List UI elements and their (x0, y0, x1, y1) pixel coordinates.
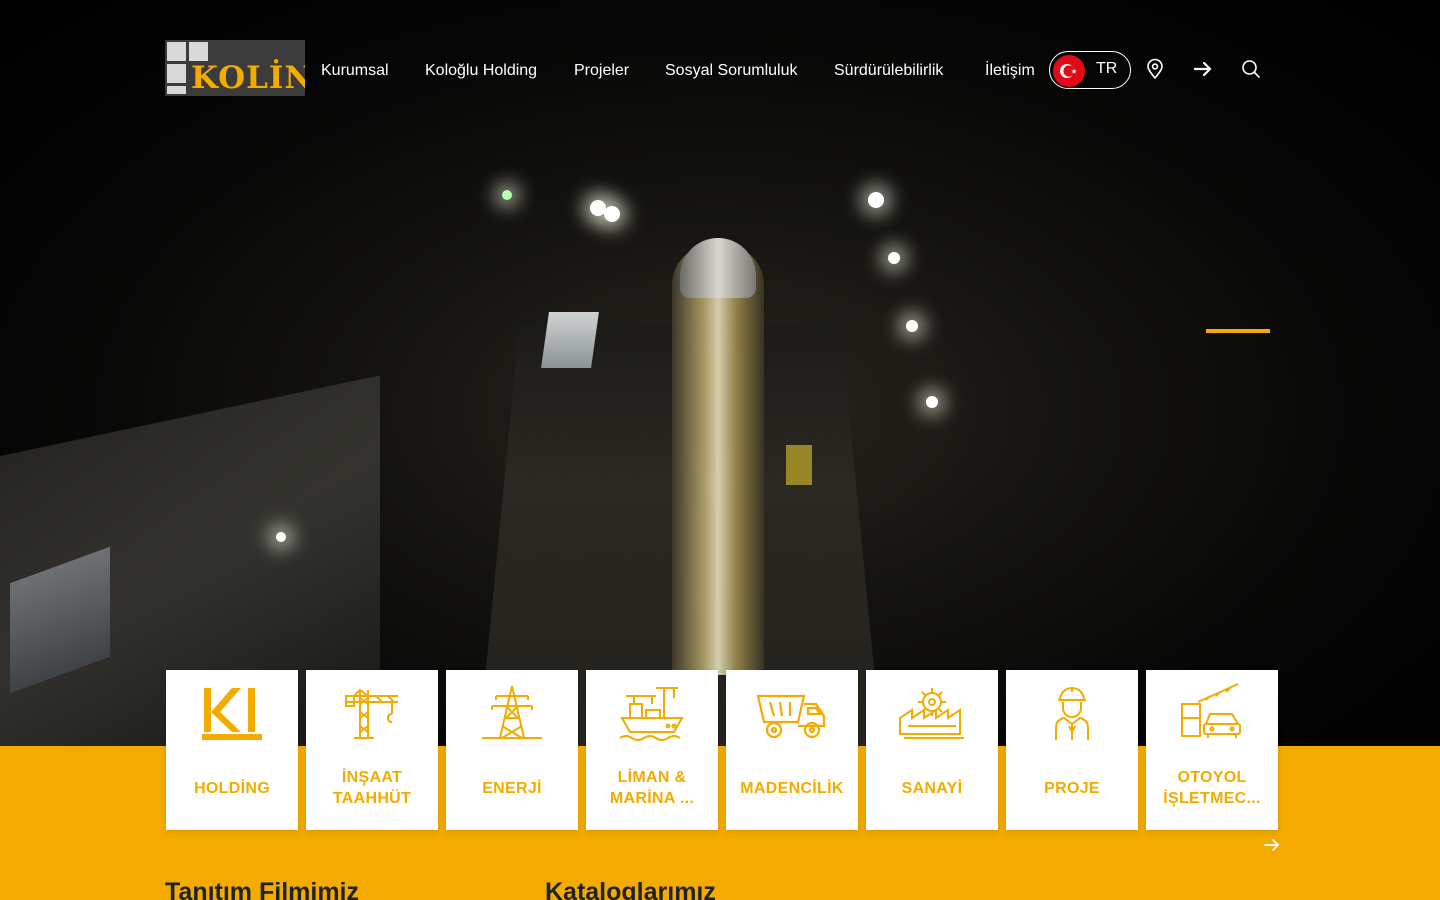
language-selector[interactable]: TR (1049, 51, 1131, 89)
sector-label: PROJE (1044, 779, 1100, 797)
section-title-kataloglarimiz: Kataloglarımız (545, 878, 716, 900)
kolin-k-logo-icon (196, 682, 268, 742)
sector-card-insaat-taahhut[interactable]: İNŞAAT TAAHHÜT (306, 670, 438, 830)
hero-yellow-equipment (786, 445, 812, 485)
kolin-logo[interactable]: KOLİN (165, 40, 305, 96)
power-pylon-icon (476, 682, 548, 742)
nav-item-surdurulebilirlik[interactable]: Sürdürülebilirlik (834, 62, 943, 80)
language-code: TR (1096, 60, 1118, 77)
nav-item-projeler[interactable]: Projeler (574, 62, 629, 80)
sector-label: HOLDİNG (194, 779, 270, 797)
mining-dump-truck-icon (756, 682, 828, 742)
sector-card-proje[interactable]: PROJE (1006, 670, 1138, 830)
sector-label: MADENCİLİK (740, 779, 844, 797)
sector-card-madencilik[interactable]: MADENCİLİK (726, 670, 858, 830)
hero-floodlight (868, 192, 884, 208)
hero-machine-cylinder (680, 238, 756, 298)
nav-item-kologlu-holding[interactable]: Koloğlu Holding (425, 62, 537, 80)
hero-floodlight (502, 190, 512, 200)
ship-port-crane-icon (616, 682, 688, 742)
sector-card-holding[interactable]: HOLDİNG (166, 670, 298, 830)
hero-floodlight (604, 206, 620, 222)
hero-floodlight (906, 320, 918, 332)
hero-floodlight (926, 396, 938, 408)
sector-card-sanayi[interactable]: SANAYİ (866, 670, 998, 830)
search-icon[interactable] (1240, 58, 1262, 80)
toll-gate-car-icon (1176, 682, 1248, 742)
hero-tunnel-boring-machine (672, 245, 764, 675)
site-header: KOLİN Kurumsal Koloğlu Holding Projeler … (0, 0, 1440, 140)
arrow-right-icon[interactable] (1192, 58, 1214, 80)
hero-floodlight (888, 252, 900, 264)
nav-item-sosyal-sorumluluk[interactable]: Sosyal Sorumluluk (665, 62, 798, 80)
hero-floodlight (276, 532, 286, 542)
sector-label: LİMAN & MARİNA ... (609, 769, 695, 807)
engineer-helmet-icon (1036, 682, 1108, 742)
hero-site-tent (541, 312, 599, 368)
logo-wordmark: KOLİN (191, 60, 305, 96)
sector-label: SANAYİ (901, 779, 963, 797)
turkey-flag-icon (1053, 55, 1085, 87)
sector-card-otoyol-isletmeciligi[interactable]: OTOYOL İŞLETMEC... (1146, 670, 1278, 830)
sector-card-liman-marina[interactable]: LİMAN & MARİNA ... (586, 670, 718, 830)
tower-crane-icon (336, 682, 408, 742)
slide-indicator-active[interactable] (1206, 329, 1270, 333)
location-pin-icon[interactable] (1144, 58, 1166, 80)
section-title-tanitim-filmimiz: Tanıtım Filmimiz (165, 878, 359, 900)
nav-item-kurumsal[interactable]: Kurumsal (321, 62, 389, 80)
sector-cards-next-arrow-icon[interactable] (1262, 835, 1282, 855)
factory-gear-icon (896, 682, 968, 742)
sector-cards: HOLDİNG İNŞAAT TAAHHÜT ENERJİ LİMAN & MA… (166, 670, 1278, 830)
sector-label: ENERJİ (482, 779, 542, 797)
nav-item-iletisim[interactable]: İletişim (985, 62, 1035, 80)
sector-label: İNŞAAT TAAHHÜT (332, 769, 412, 807)
sector-card-enerji[interactable]: ENERJİ (446, 670, 578, 830)
sector-label: OTOYOL İŞLETMEC... (1163, 769, 1261, 807)
